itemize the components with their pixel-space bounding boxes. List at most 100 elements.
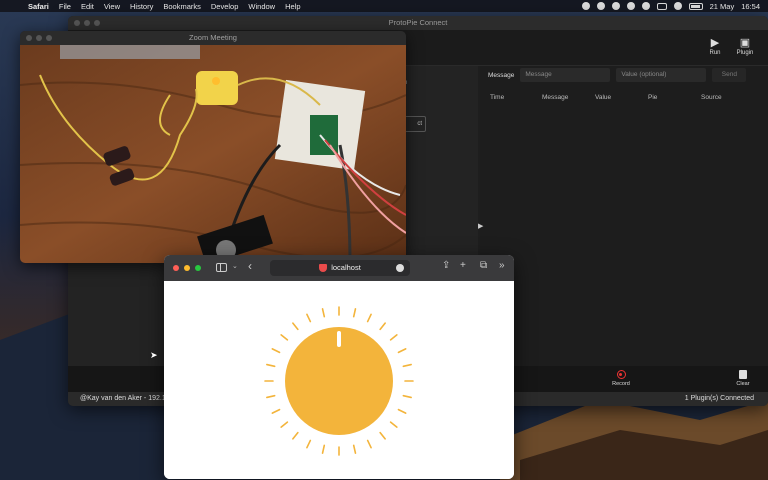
close-button[interactable] <box>74 20 80 26</box>
send-button[interactable]: Send <box>712 68 747 82</box>
menu-bar: Safari File Edit View History Bookmarks … <box>0 0 768 12</box>
page-menu-icon[interactable] <box>396 264 404 272</box>
back-icon[interactable]: ‹ <box>248 259 252 273</box>
zoom-button[interactable] <box>195 265 201 271</box>
menu-bookmarks[interactable]: Bookmarks <box>163 2 201 11</box>
knob-tick <box>397 348 407 354</box>
minimize-button[interactable] <box>84 20 90 26</box>
knob-tick <box>280 421 289 428</box>
knob-tick <box>321 308 326 318</box>
window-title: ProtoPie Connect <box>388 18 448 27</box>
knob-tick <box>292 431 299 440</box>
zoom-button[interactable] <box>94 20 100 26</box>
run-button[interactable]: ▶ Run <box>702 36 728 56</box>
expand-arrow-icon[interactable]: ▶ <box>478 222 483 230</box>
web-content <box>164 281 514 479</box>
mouse-cursor-icon: ➤ <box>150 350 158 360</box>
close-button[interactable] <box>173 265 179 271</box>
tab-overview-icon[interactable]: ⧉ <box>480 260 487 271</box>
window-title: Zoom Meeting <box>189 33 237 42</box>
knob-tick <box>366 439 372 449</box>
message-label: Message <box>488 71 515 79</box>
clear-button[interactable]: Clear <box>728 370 758 387</box>
record-label: Record <box>612 381 630 387</box>
trash-icon <box>739 370 747 379</box>
menu-help[interactable]: Help <box>285 2 300 11</box>
protopie-title-bar[interactable]: ProtoPie Connect <box>68 16 768 30</box>
play-icon[interactable] <box>611 2 620 10</box>
menu-view[interactable]: View <box>104 2 120 11</box>
menu-develop[interactable]: Develop <box>211 2 239 11</box>
knob-tick <box>321 444 326 454</box>
minimize-button[interactable] <box>184 265 190 271</box>
plugins-connected-text: 1 Plugin(s) Connected <box>684 395 754 402</box>
knob-widget[interactable] <box>164 281 514 479</box>
user-ip-text: @Kay van den Aker - 192.16 <box>80 395 170 402</box>
knob-tick <box>397 408 407 414</box>
creative-cloud-icon[interactable] <box>596 2 605 10</box>
knob-tick <box>306 439 312 449</box>
wifi-icon[interactable] <box>673 2 682 10</box>
value-input[interactable]: Value (optional) <box>616 68 707 82</box>
run-label: Run <box>709 50 721 56</box>
zoom-title-bar[interactable]: Zoom Meeting <box>20 31 406 45</box>
more-tabs-icon[interactable]: » <box>499 260 505 271</box>
video-feed <box>20 45 406 263</box>
menu-file[interactable]: File <box>59 2 71 11</box>
address-bar[interactable]: localhost <box>270 260 410 276</box>
knob-tick <box>379 431 386 440</box>
zoom-button[interactable] <box>46 35 52 41</box>
close-button[interactable] <box>26 35 32 41</box>
connect-label: ct <box>417 121 422 127</box>
col-source: Source <box>701 94 722 101</box>
col-value: Value <box>595 94 612 101</box>
knob-tick <box>352 444 357 454</box>
knob-tick <box>306 313 312 323</box>
knob-tick <box>389 334 398 341</box>
knob-tick <box>366 313 372 323</box>
minimize-button[interactable] <box>36 35 42 41</box>
col-pie: Pie <box>648 94 658 101</box>
knob-tick <box>389 421 398 428</box>
knob-tick <box>271 348 281 354</box>
safari-window: ⌄ ‹ localhost ⇪ + ⧉ » <box>164 255 514 479</box>
record-button[interactable]: Record <box>606 370 636 387</box>
menu-time[interactable]: 16:54 <box>741 2 760 11</box>
privacy-shield-icon[interactable] <box>319 264 328 273</box>
status-icon[interactable] <box>581 2 590 10</box>
plugin-button[interactable]: ▣ Plugin <box>732 36 758 56</box>
time-machine-icon[interactable] <box>626 2 635 10</box>
col-time: Time <box>490 94 505 101</box>
knob-tick <box>379 322 386 331</box>
safari-toolbar: ⌄ ‹ localhost ⇪ + ⧉ » <box>164 255 514 281</box>
knob-tick <box>402 394 412 399</box>
clear-label: Clear <box>736 381 750 387</box>
knob-tick <box>292 322 299 331</box>
knob-tick <box>352 308 357 318</box>
knob-tick <box>271 408 281 414</box>
record-icon <box>616 370 626 379</box>
protopie-message-panel: Message Message Value (optional) Send Ti… <box>480 66 768 392</box>
knob-tick <box>266 394 276 399</box>
col-message: Message <box>542 94 569 101</box>
url-text: localhost <box>331 263 361 272</box>
new-tab-icon[interactable]: + <box>460 260 466 271</box>
run-icon: ▶ <box>710 37 720 49</box>
share-icon[interactable]: ⇪ <box>442 260 450 271</box>
menu-edit[interactable]: Edit <box>81 2 94 11</box>
menu-date[interactable]: 21 May <box>710 2 735 11</box>
display-icon[interactable] <box>656 2 667 10</box>
volume-icon[interactable] <box>641 2 650 10</box>
plugin-icon: ▣ <box>739 37 751 49</box>
zoom-meeting-window: Zoom Meeting <box>20 31 406 263</box>
chevron-down-icon[interactable]: ⌄ <box>232 262 238 270</box>
message-input[interactable]: Message <box>520 68 611 82</box>
menu-window[interactable]: Window <box>248 2 275 11</box>
plugin-label: Plugin <box>736 50 754 56</box>
knob-tick <box>266 363 276 368</box>
menu-app-name[interactable]: Safari <box>28 2 49 11</box>
menu-history[interactable]: History <box>130 2 153 11</box>
menu-extras: 21 May 16:54 <box>581 0 760 12</box>
sidebar-toggle-icon[interactable] <box>216 263 227 272</box>
battery-icon[interactable] <box>688 2 703 10</box>
